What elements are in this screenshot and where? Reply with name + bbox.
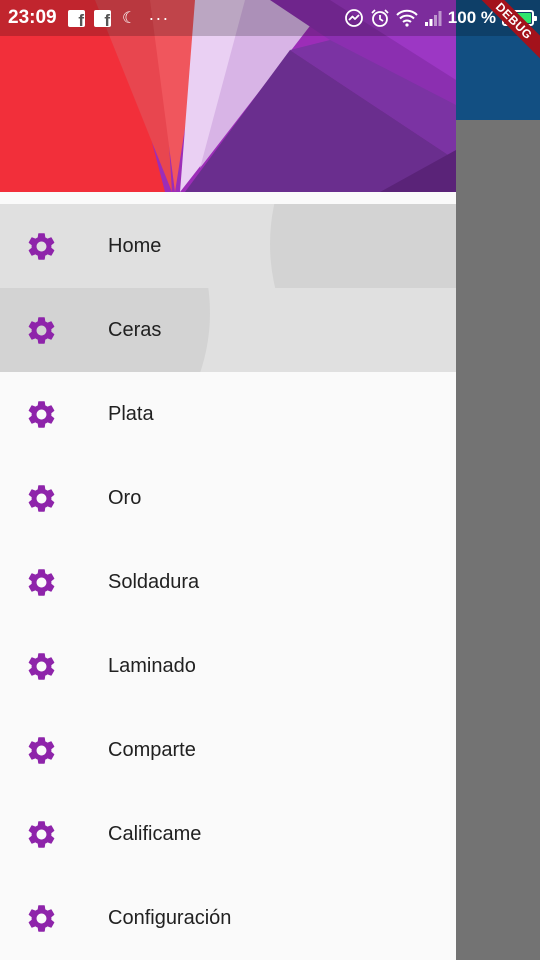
battery-level	[505, 13, 531, 23]
battery-percent: 100 %	[447, 8, 496, 27]
drawer-item-label: Laminado	[108, 655, 196, 677]
drawer-item-configuracion[interactable]: Configuración	[0, 876, 456, 960]
wifi-icon	[396, 9, 418, 27]
gear-icon	[28, 653, 55, 680]
drawer-item-label: Home	[108, 235, 162, 257]
drawer-item-label: Comparte	[108, 739, 196, 761]
drawer-item-home[interactable]: Home	[0, 204, 456, 288]
gear-icon	[28, 485, 55, 512]
drawer-item-laminado[interactable]: Laminado	[0, 624, 456, 708]
drawer-header-divider	[0, 192, 456, 204]
status-system-icons: 100 %	[344, 7, 537, 29]
status-time: 23:09	[8, 7, 57, 28]
battery-icon	[502, 10, 537, 26]
drawer-item-comparte[interactable]: Comparte	[0, 708, 456, 792]
alarm-icon	[371, 9, 389, 27]
gear-icon	[28, 737, 55, 764]
messenger-icon	[344, 9, 363, 27]
gear-icon	[28, 905, 55, 932]
status-notification-icons: f f ☾ ···	[68, 7, 170, 29]
more-dots-icon: ···	[148, 7, 170, 28]
drawer-item-label: Plata	[108, 403, 154, 425]
drawer-item-plata[interactable]: Plata	[0, 372, 456, 456]
gear-icon	[28, 569, 55, 596]
facebook-icon: f	[94, 9, 111, 29]
drawer-item-label: Calificame	[108, 823, 202, 845]
gear-icon	[28, 233, 55, 260]
drawer-item-label: Oro	[108, 487, 142, 509]
drawer-item-label: Soldadura	[108, 571, 200, 593]
gear-icon	[28, 401, 55, 428]
gear-icon	[28, 821, 55, 848]
facebook-icon: f	[68, 9, 85, 29]
drawer-item-ceras[interactable]: Ceras	[0, 288, 456, 372]
drawer-menu: Home Ceras Plata Oro Soldadura Laminado …	[0, 204, 456, 960]
gear-icon	[28, 317, 55, 344]
drawer-item-label: Ceras	[108, 319, 162, 341]
drawer-item-label: Configuración	[108, 907, 232, 929]
navigation-drawer: Home Ceras Plata Oro Soldadura Laminado …	[0, 0, 456, 960]
signal-icon	[424, 11, 442, 26]
status-bar: 23:09 f f ☾ ··· 100 %	[0, 0, 540, 36]
drawer-item-calificame[interactable]: Calificame	[0, 792, 456, 876]
drawer-item-oro[interactable]: Oro	[0, 456, 456, 540]
drawer-item-soldadura[interactable]: Soldadura	[0, 540, 456, 624]
moon-icon: ☾	[122, 10, 137, 27]
